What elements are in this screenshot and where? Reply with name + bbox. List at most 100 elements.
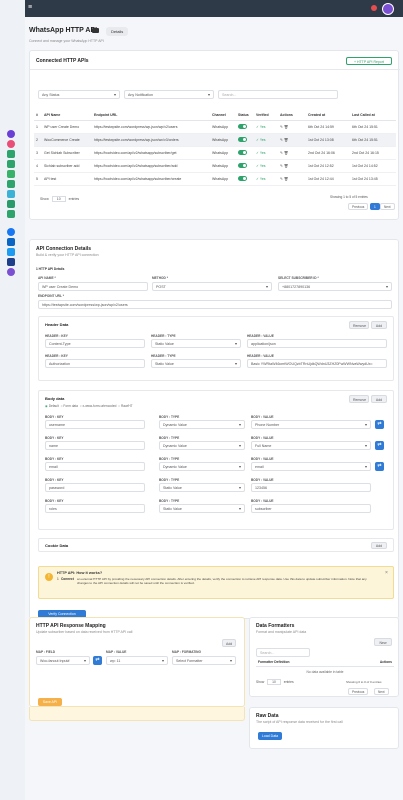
facebook-icon[interactable]: [7, 228, 15, 236]
col-formatter-definition[interactable]: Formatter Definition: [258, 660, 290, 664]
header-add-button[interactable]: Add: [371, 321, 387, 329]
body-remove-button[interactable]: Remove: [349, 395, 369, 403]
telegram-icon[interactable]: [7, 130, 15, 138]
body-type-select[interactable]: Dynamic Value: [159, 441, 245, 450]
api-name-input[interactable]: WP user Create Demo: [38, 282, 148, 291]
body-value-select[interactable]: Phone Number: [251, 420, 371, 429]
col-verified[interactable]: Verified: [254, 110, 278, 121]
page-1-button[interactable]: 1: [370, 203, 380, 210]
next-page-button[interactable]: Next: [374, 688, 389, 695]
status-toggle[interactable]: [238, 124, 247, 129]
search-input[interactable]: Search...: [218, 90, 338, 99]
header-value-input[interactable]: application/json: [247, 339, 387, 348]
header-key-input[interactable]: Authorization: [45, 359, 145, 368]
mapping-add-button[interactable]: Add: [222, 639, 236, 647]
body-key-input[interactable]: email: [45, 462, 145, 471]
header-type-select[interactable]: Static Value: [151, 339, 241, 348]
swap-icon[interactable]: ⇄: [375, 462, 384, 471]
table-row[interactable]: 1 WP user Create Demo https://testwpsite…: [34, 120, 396, 134]
method-select[interactable]: POST: [152, 282, 272, 291]
radio-default-icon[interactable]: ◉: [45, 404, 48, 408]
delete-icon[interactable]: 🗑: [284, 125, 288, 129]
col-status[interactable]: Status: [236, 110, 254, 121]
col-created[interactable]: Created at: [306, 110, 350, 121]
col-actions[interactable]: Actions: [278, 110, 306, 121]
table-row[interactable]: 3 Get Sichlab Subscriber https://bootvid…: [34, 146, 396, 160]
col-api-name[interactable]: API Name: [42, 110, 92, 121]
whatsapp-alt-icon[interactable]: [7, 180, 15, 188]
body-value-input[interactable]: subscriber: [251, 504, 371, 513]
delete-icon[interactable]: 🗑: [284, 164, 288, 168]
col-endpoint[interactable]: Endpoint URL: [92, 110, 210, 121]
col-formatter-actions[interactable]: Actions: [380, 660, 392, 664]
body-key-input[interactable]: username: [45, 420, 145, 429]
col-index[interactable]: #: [34, 110, 42, 121]
status-toggle[interactable]: [238, 176, 247, 181]
table-row[interactable]: 5 API test https://bootvideo.com/api/v2/…: [34, 172, 396, 186]
whatsapp-business-icon[interactable]: [7, 160, 15, 168]
subscriber-select[interactable]: +8801727890136: [278, 282, 392, 291]
new-formatter-button[interactable]: New: [374, 638, 392, 646]
linkedin-icon[interactable]: [7, 238, 15, 246]
bot-icon[interactable]: [7, 210, 15, 218]
prev-page-button[interactable]: Previous: [348, 203, 369, 210]
delete-icon[interactable]: 🗑: [284, 138, 288, 142]
body-type-select[interactable]: Static Value: [159, 504, 245, 513]
status-toggle[interactable]: [238, 137, 247, 142]
menu-icon[interactable]: ≡: [28, 4, 32, 12]
status-filter[interactable]: Any Status: [38, 90, 120, 99]
status-toggle[interactable]: [238, 163, 247, 168]
header-remove-button[interactable]: Remove: [349, 321, 369, 329]
body-type-select[interactable]: Static Value: [159, 483, 245, 492]
close-icon[interactable]: ×: [385, 570, 388, 576]
body-add-button[interactable]: Add: [371, 395, 387, 403]
page-length-select[interactable]: 10: [267, 679, 281, 685]
body-value-select[interactable]: Full Name: [251, 441, 371, 450]
chat-icon[interactable]: [7, 170, 15, 178]
cookie-add-button[interactable]: Add: [371, 542, 387, 549]
messenger-icon[interactable]: [7, 268, 15, 276]
details-button[interactable]: Details: [106, 27, 129, 36]
whatsapp-icon[interactable]: [7, 150, 15, 158]
prev-page-button[interactable]: Previous: [348, 688, 369, 695]
swap-icon[interactable]: ⇄: [375, 420, 384, 429]
swap-icon[interactable]: ⇄: [375, 441, 384, 450]
next-page-button[interactable]: Next: [380, 203, 395, 210]
col-last-called[interactable]: Last Called at: [350, 110, 396, 121]
webchat-icon[interactable]: [7, 200, 15, 208]
body-value-input[interactable]: 123456: [251, 483, 371, 492]
table-row[interactable]: 2 WooCommerce Create https://testwpsite.…: [34, 133, 396, 147]
header-type-select[interactable]: Static Value: [151, 359, 241, 368]
header-value-input[interactable]: Basic YWRtaW46cmtWOUQzbTRnUjdkQWdnU3ZHZ0…: [247, 359, 387, 368]
header-key-input[interactable]: Content-Type: [45, 339, 145, 348]
endpoint-input[interactable]: https://testwpsite.com/wordpress/wp-json…: [38, 300, 392, 309]
load-data-button[interactable]: Load Data: [258, 732, 282, 740]
new-http-api-button[interactable]: + HTTP API Report: [346, 57, 392, 65]
body-key-input[interactable]: password: [45, 483, 145, 492]
delete-icon[interactable]: 🗑: [284, 151, 288, 155]
map-value-select[interactable]: wp: 11: [106, 656, 168, 665]
body-type-select[interactable]: Dynamic Value: [159, 462, 245, 471]
page-length-select[interactable]: 10: [51, 196, 66, 202]
body-value-select[interactable]: email: [251, 462, 371, 471]
twitter-icon[interactable]: [7, 248, 15, 256]
body-key-input[interactable]: roles: [45, 504, 145, 513]
map-field-select[interactable]: Woo-fanout Input#: [36, 656, 90, 665]
map-format-select[interactable]: Select Formatter: [172, 656, 236, 665]
status-toggle[interactable]: [238, 150, 247, 155]
save-api-button[interactable]: Save API: [38, 698, 62, 706]
sms-icon[interactable]: [7, 190, 15, 198]
notification-filter[interactable]: Any Notification: [124, 90, 214, 99]
email-icon[interactable]: [7, 258, 15, 266]
body-key-input[interactable]: name: [45, 441, 145, 450]
table-row[interactable]: 4 Sichlab subscriber add https://bootvid…: [34, 159, 396, 173]
swap-icon[interactable]: ⇄: [93, 656, 102, 665]
radio-raw-icon[interactable]: ○: [118, 404, 120, 408]
delete-icon[interactable]: 🗑: [284, 177, 288, 181]
notification-icon[interactable]: [371, 5, 377, 11]
avatar[interactable]: [382, 3, 394, 15]
instagram-icon[interactable]: [7, 140, 15, 148]
radio-url-icon[interactable]: ○: [80, 404, 82, 408]
col-channel[interactable]: Channel: [210, 110, 236, 121]
formatter-search-input[interactable]: Search...: [256, 648, 310, 657]
